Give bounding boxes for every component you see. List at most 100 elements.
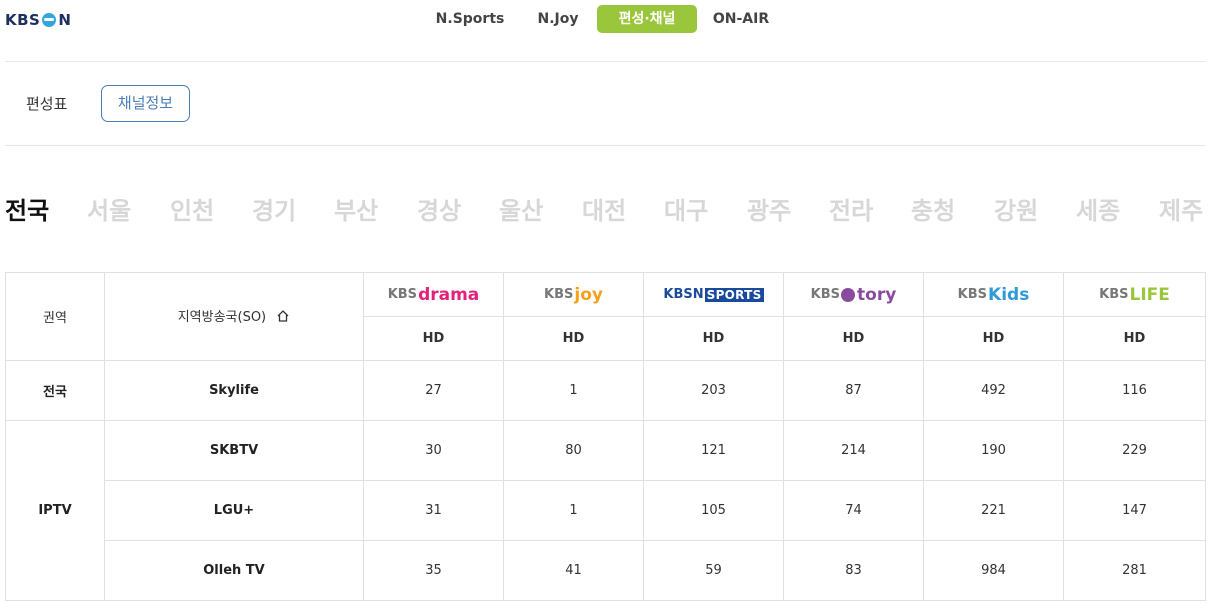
- region-tab[interactable]: 경상: [417, 191, 461, 226]
- header-region-label: 권역: [43, 311, 67, 326]
- quality-cell: HD: [923, 316, 1064, 361]
- nav-schedule-channel[interactable]: 편성·채널: [597, 5, 697, 33]
- channel-header: KBS tory: [783, 272, 924, 317]
- channel-number-cell: 203: [643, 360, 784, 421]
- region-tab[interactable]: 전국: [5, 191, 49, 226]
- channel-number-cell: 147: [1063, 480, 1206, 541]
- logo-brand: drama: [418, 284, 480, 305]
- logo-kbs: KBS: [387, 287, 418, 302]
- kbsn-sports-logo: KBSN SPORTS: [663, 287, 764, 302]
- header-so: 지역방송국(SO): [104, 272, 364, 361]
- channel-number-cell: 121: [643, 420, 784, 481]
- channel-number-cell: 229: [1063, 420, 1206, 481]
- channel-number-cell: 281: [1063, 540, 1206, 601]
- channel-number-cell: 27: [363, 360, 504, 421]
- channel-header: KBS joy: [503, 272, 644, 317]
- channel-number-table: 권역 지역방송국(SO) KBS drama KBS joy KBSN SPORTS …: [5, 272, 1206, 601]
- logo-brand: joy: [574, 284, 603, 305]
- region-tab[interactable]: 대구: [664, 191, 708, 226]
- site-header: KBS N N.Sports N.Joy 편성·채널 ON-AIR: [0, 0, 1209, 40]
- so-cell: Olleh TV: [104, 540, 364, 601]
- channel-number-cell: 80: [503, 420, 644, 481]
- channel-number-cell: 214: [783, 420, 924, 481]
- channel-number-cell: 221: [923, 480, 1064, 541]
- channel-number-cell: 31: [363, 480, 504, 541]
- logo-kbs: KBS: [544, 287, 574, 302]
- home-icon[interactable]: [276, 309, 290, 327]
- nav-njoy[interactable]: N.Joy: [528, 5, 588, 33]
- quality-cell: HD: [1063, 316, 1206, 361]
- nav-nsports[interactable]: N.Sports: [425, 5, 515, 33]
- channel-number-cell: 492: [923, 360, 1064, 421]
- table-row: IPTV SKBTV 30 80 121 214 190 229: [5, 420, 1206, 601]
- channel-number-cell: 30: [363, 420, 504, 481]
- table-row: Olleh TV 35 41 59 83 984 281: [6, 540, 1206, 601]
- quality-cell: HD: [783, 316, 924, 361]
- region-tab[interactable]: 강원: [994, 191, 1038, 226]
- kbs-life-logo: KBS LIFE: [1099, 285, 1170, 305]
- nav-on-air[interactable]: ON-AIR: [706, 5, 776, 33]
- kbs-kids-logo: KBS Kids: [958, 285, 1030, 305]
- quality-cell: HD: [643, 316, 784, 361]
- channel-number-cell: 1: [503, 480, 644, 541]
- header-so-label: 지역방송국(SO): [177, 310, 267, 325]
- region-cell: 전국: [5, 360, 105, 421]
- kbs-story-logo: KBS tory: [811, 285, 897, 305]
- channel-number-cell: 59: [643, 540, 784, 601]
- channel-number-cell: 74: [783, 480, 924, 541]
- region-tab[interactable]: 광주: [747, 191, 791, 226]
- region-tab[interactable]: 울산: [499, 191, 543, 226]
- channel-header: KBS LIFE: [1063, 272, 1206, 317]
- channel-number-cell: 190: [923, 420, 1064, 481]
- region-tab[interactable]: 제주: [1159, 191, 1203, 226]
- logo-n-text: N: [58, 11, 71, 29]
- tab-schedule[interactable]: 편성표: [26, 93, 67, 114]
- logo-brand: tory: [857, 284, 897, 305]
- logo-brand: LIFE: [1129, 284, 1170, 305]
- table-header-row: 권역 지역방송국(SO) KBS drama KBS joy KBSN SPORTS …: [5, 272, 1206, 361]
- region-tab[interactable]: 충청: [911, 191, 955, 226]
- so-cell: SKBTV: [104, 420, 364, 481]
- channel-header: KBS drama: [363, 272, 504, 317]
- region-tab[interactable]: 경기: [252, 191, 296, 226]
- channel-number-cell: 105: [643, 480, 784, 541]
- region-cell: IPTV: [5, 420, 105, 601]
- channel-number-cell: 116: [1063, 360, 1206, 421]
- region-tab[interactable]: 대전: [582, 191, 626, 226]
- region-tab[interactable]: 인천: [170, 191, 214, 226]
- logo-kbs-text: KBS: [5, 11, 41, 29]
- channel-number-cell: 83: [783, 540, 924, 601]
- table-row: LGU+ 31 1 105 74 221 147: [6, 480, 1206, 541]
- channel-number-cell: 87: [783, 360, 924, 421]
- logo-brand: SPORTS: [704, 287, 764, 302]
- channel-number-cell: 35: [363, 540, 504, 601]
- quality-cell: HD: [503, 316, 644, 361]
- channel-header: KBS Kids: [923, 272, 1064, 317]
- subtab-divider: [5, 145, 1205, 146]
- tab-channel-info[interactable]: 채널정보: [101, 85, 190, 122]
- table-row: 전국 Skylife 27 1 203 87 492 116: [5, 360, 1206, 421]
- header-region: 권역: [5, 272, 105, 361]
- logo-on-mark: N: [42, 11, 71, 29]
- logo-kbs: KBS: [957, 287, 988, 302]
- story-s-badge: [841, 287, 856, 302]
- channel-header: KBSN SPORTS: [643, 272, 784, 317]
- logo-brand: Kids: [988, 284, 1030, 305]
- kbs-drama-logo: KBS drama: [388, 285, 480, 305]
- header-divider: [5, 61, 1205, 62]
- region-tab[interactable]: 부산: [334, 191, 378, 226]
- so-cell: Skylife: [104, 360, 364, 421]
- region-tab[interactable]: 서울: [87, 191, 131, 226]
- logo-kbs: KBSN: [663, 287, 704, 302]
- so-cell: LGU+: [104, 480, 364, 541]
- kbsn-logo[interactable]: KBS N: [5, 10, 71, 30]
- kbs-joy-logo: KBS joy: [544, 285, 603, 305]
- logo-kbs: KBS: [1099, 287, 1129, 302]
- logo-o-icon: [42, 13, 57, 27]
- quality-cell: HD: [363, 316, 504, 361]
- region-tab[interactable]: 전라: [829, 191, 873, 226]
- channel-number-cell: 984: [923, 540, 1064, 601]
- channel-number-cell: 1: [503, 360, 644, 421]
- channel-number-cell: 41: [503, 540, 644, 601]
- region-tab[interactable]: 세종: [1076, 191, 1120, 226]
